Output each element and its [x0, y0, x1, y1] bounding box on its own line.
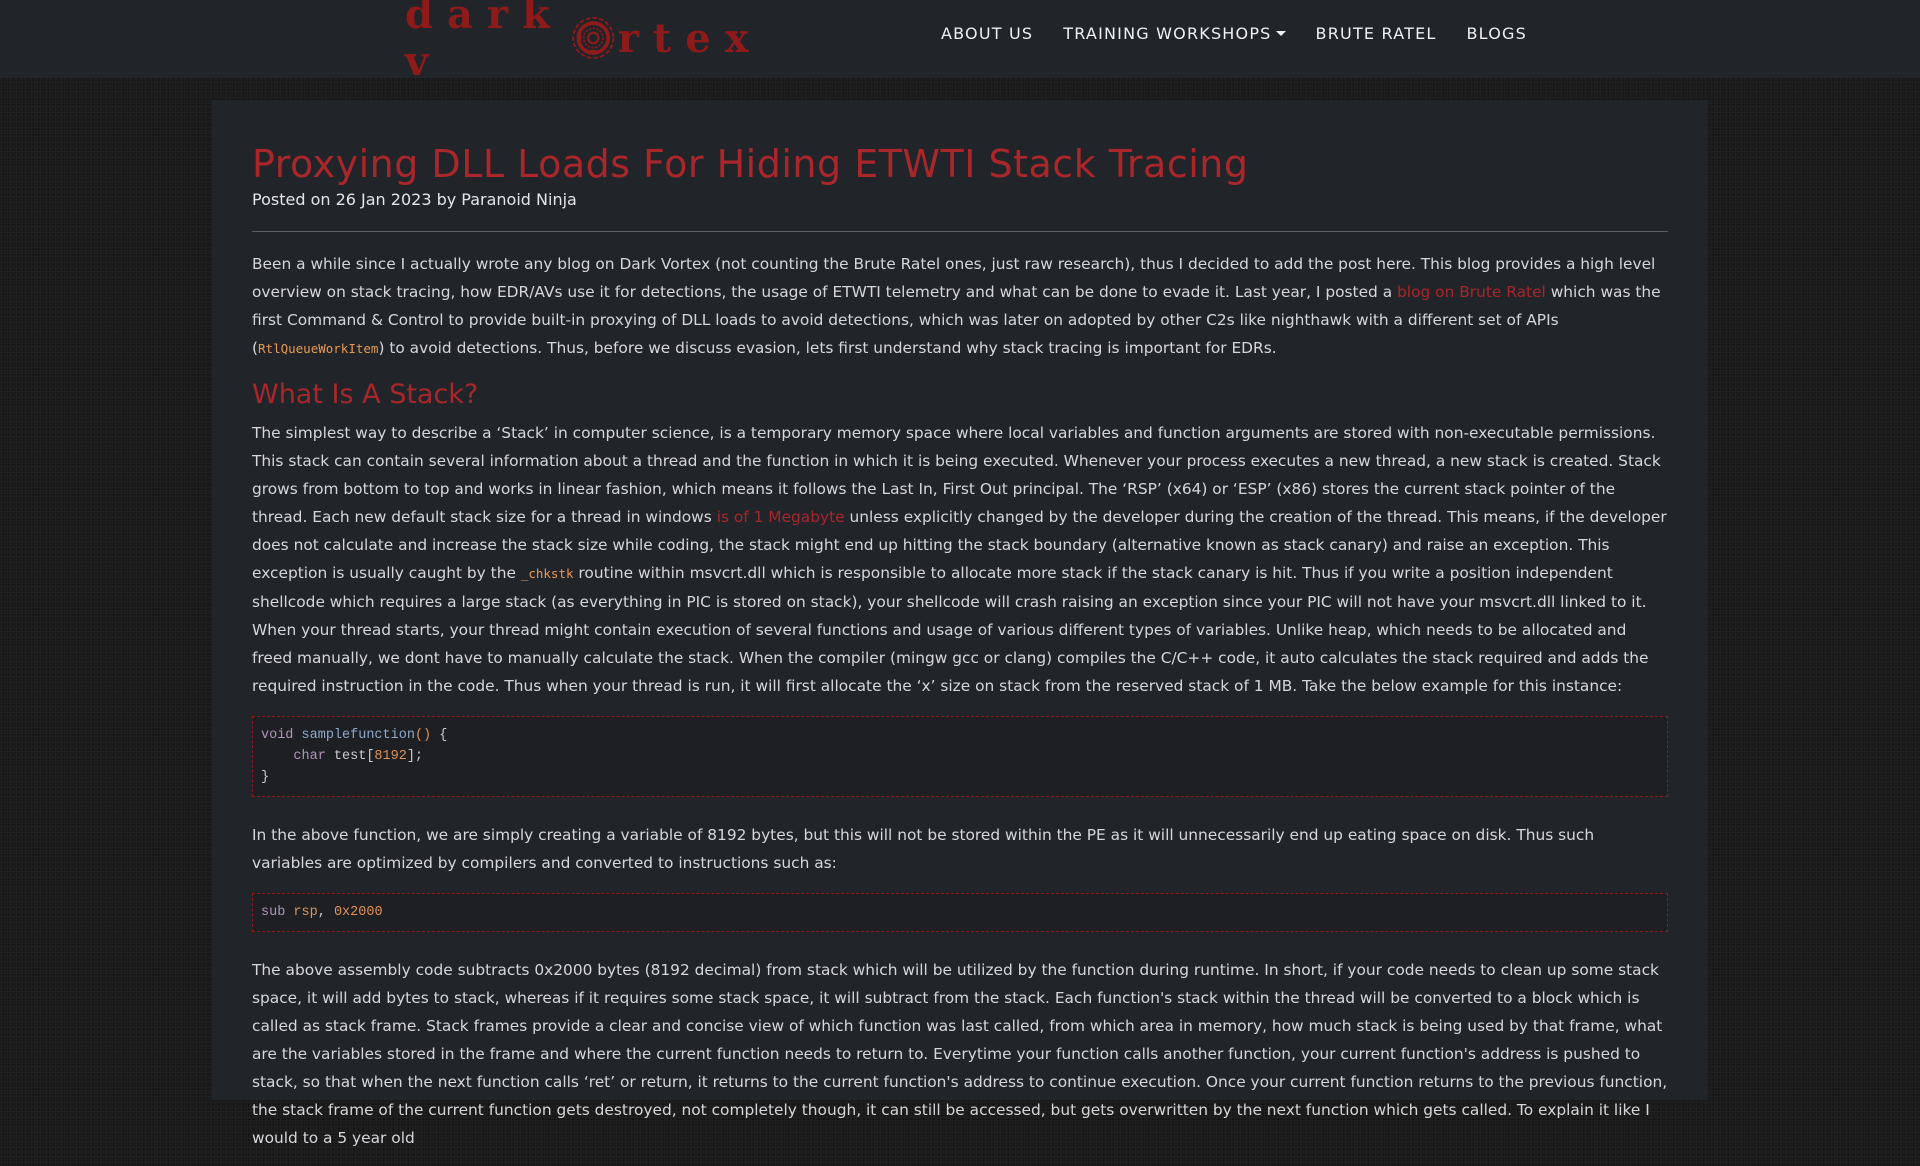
site-logo[interactable]: dark v rtex [405, 0, 749, 85]
inline-code-chkstk: _chkstk [520, 566, 574, 581]
logo-text-left: dark v [405, 0, 564, 85]
logo-text-right: rtex [617, 14, 763, 62]
code-block-sub-rsp: sub rsp, 0x2000 [252, 893, 1668, 932]
nav-item-about-us[interactable]: ABOUT US [941, 24, 1033, 43]
inline-code-rtlqueueworkitem: RtlQueueWorkItem [258, 341, 379, 356]
code-block-samplefunction: void samplefunction() { char test[8192];… [252, 716, 1668, 797]
article-title: Proxying DLL Loads For Hiding ETWTI Stac… [252, 142, 1249, 186]
section-heading-what-is-a-stack: What Is A Stack? [252, 379, 479, 410]
intro-paragraph: Been a while since I actually wrote any … [252, 255, 1661, 357]
article: Proxying DLL Loads For Hiding ETWTI Stac… [252, 140, 1668, 1166]
caret-down-icon [1275, 31, 1286, 36]
navbar: dark v rtex ABOUT US TRAINING WORKSHOPS … [0, 0, 1920, 85]
blog-on-brute-ratel-link[interactable]: blog on Brute Ratel [1397, 283, 1546, 301]
main-nav: ABOUT US TRAINING WORKSHOPS BRUTE RATEL … [941, 24, 1557, 43]
divider [252, 231, 1668, 232]
megabyte-link[interactable]: is of 1 Megabyte [717, 508, 845, 526]
article-card: Proxying DLL Loads For Hiding ETWTI Stac… [212, 100, 1708, 1147]
optimization-paragraph: In the above function, we are simply cre… [252, 826, 1595, 872]
nav-item-training-workshops[interactable]: TRAINING WORKSHOPS [1063, 24, 1286, 43]
nav-item-blogs[interactable]: BLOGS [1467, 24, 1527, 43]
vortex-ring-icon [572, 17, 615, 59]
stack-paragraph: The simplest way to describe a ‘Stack’ i… [252, 424, 1667, 695]
nav-item-brute-ratel[interactable]: BRUTE RATEL [1316, 24, 1437, 43]
assembly-paragraph: The above assembly code subtracts 0x2000… [252, 961, 1668, 1147]
post-meta: Posted on 26 Jan 2023 by Paranoid Ninja [252, 190, 577, 209]
